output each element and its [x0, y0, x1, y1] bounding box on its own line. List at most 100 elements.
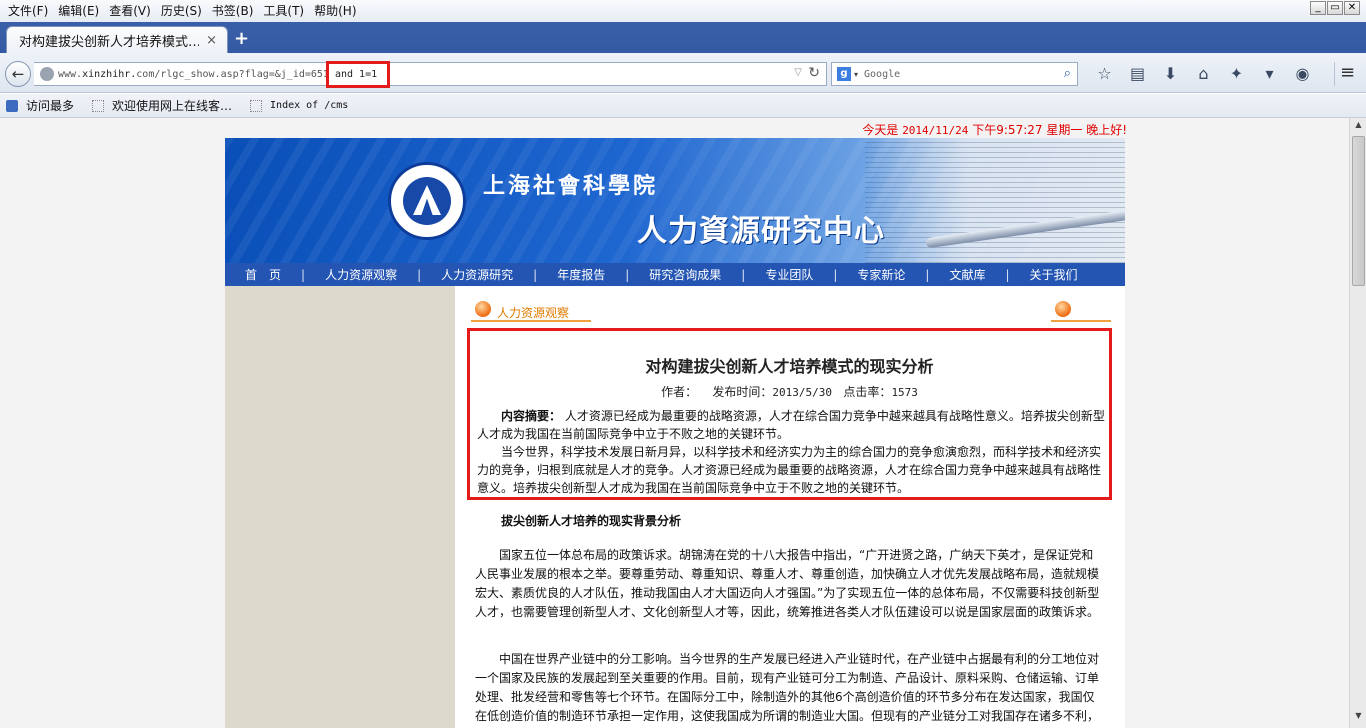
nav-separator: | — [301, 267, 306, 282]
bookmark-page-icon — [250, 99, 263, 112]
bookmark-welcome[interactable]: 欢迎使用网上在线客… — [92, 97, 232, 114]
menu-bookmarks[interactable]: 书签(B) — [208, 0, 260, 22]
section-underline — [471, 320, 591, 322]
nav-hr-observation[interactable]: 人力资源观察 — [325, 266, 397, 283]
browser-window: 文件(F) 编辑(E) 查看(V) 历史(S) 书签(B) 工具(T) 帮助(H… — [0, 0, 1366, 728]
nav-separator: | — [925, 267, 930, 282]
menu-edit[interactable]: 编辑(E) — [54, 0, 105, 22]
close-window-button[interactable]: ✕ — [1344, 1, 1360, 15]
globe-icon — [40, 67, 54, 81]
nav-separator: | — [417, 267, 422, 282]
home-icon[interactable]: ⌂ — [1187, 62, 1220, 86]
tab-strip: 对构建拔尖创新人才培养模式… × + — [0, 22, 1366, 53]
greeting-text: 晚上好! — [1086, 123, 1127, 137]
bookmark-label: 欢迎使用网上在线客… — [112, 99, 233, 113]
section-label[interactable]: 人力资源观察 — [497, 304, 569, 321]
tab-title: 对构建拔尖创新人才培养模式… — [19, 34, 199, 50]
bookmark-star-icon[interactable]: ☆ — [1088, 62, 1121, 86]
url-path: com/rlgc_show.asp?flag=&j_id=651 — [136, 68, 329, 80]
abstract-text: 人才资源已经成为最重要的战略资源，人才在综合国力竞争中越来越具有战略性意义。培养… — [477, 409, 1105, 441]
scroll-thumb[interactable] — [1352, 136, 1365, 286]
weekday-value: 星期一 — [1046, 123, 1083, 137]
nav-separator: | — [533, 267, 538, 282]
site-page: 上海社會科學院 人力資源研究中心 首 页 | 人力资源观察 | 人力资源研究 |… — [225, 138, 1125, 728]
article-meta: 作者： 发布时间：2013/5/30 点击率：1573 — [470, 383, 1109, 400]
nav-team[interactable]: 专业团队 — [765, 266, 813, 283]
dropdown-icon[interactable]: ▾ — [1253, 62, 1286, 86]
bookmark-index-cms[interactable]: Index of /cms — [250, 99, 349, 112]
search-placeholder: Google — [864, 68, 901, 80]
url-prefix: www. — [58, 68, 83, 80]
google-icon[interactable]: g — [837, 67, 851, 81]
tab-active[interactable]: 对构建拔尖创新人才培养模式… × — [6, 26, 228, 53]
article-paragraph-2: 中国在世界产业链中的分工影响。当今世界的生产发展已经进入产业链时代，在产业链中占… — [475, 652, 1100, 723]
section-bullet-icon-right — [1055, 301, 1071, 317]
minimize-button[interactable]: _ — [1310, 1, 1326, 15]
nav-hr-research[interactable]: 人力资源研究 — [441, 266, 513, 283]
bookmark-label: Index of /cms — [270, 100, 349, 111]
bookmark-folder-icon — [6, 99, 18, 112]
page-scrollbar[interactable]: ▲ ▼ — [1349, 118, 1366, 728]
nav-separator: | — [1005, 267, 1010, 282]
navigation-toolbar: ← www.xinzhihr.com/rlgc_show.asp?flag=&j… — [0, 53, 1366, 93]
nav-separator: | — [741, 267, 746, 282]
site-banner: 上海社會科學院 人力資源研究中心 — [225, 138, 1125, 263]
search-icon[interactable]: ⌕ — [1064, 66, 1071, 81]
menu-file[interactable]: 文件(F) — [4, 0, 54, 22]
reload-icon[interactable]: ↻ — [808, 65, 820, 81]
clicks-label: 点击率： — [843, 385, 892, 399]
menu-tools[interactable]: 工具(T) — [259, 0, 310, 22]
nav-home[interactable]: 首 页 — [245, 266, 281, 283]
nav-about[interactable]: 关于我们 — [1030, 266, 1078, 283]
date-label: 今天是 — [862, 123, 899, 137]
search-engine-dropdown-icon[interactable]: ▾ — [854, 70, 858, 79]
window-controls: _ ▭ ✕ — [1310, 1, 1360, 15]
close-tab-icon[interactable]: × — [206, 33, 217, 48]
search-bar[interactable]: g ▾ Google ⌕ — [831, 62, 1078, 86]
scroll-down-icon[interactable]: ▼ — [1352, 711, 1365, 724]
nav-separator: | — [833, 267, 838, 282]
academy-logo[interactable] — [388, 162, 466, 240]
bookmarks-list-icon[interactable]: ▤ — [1121, 62, 1154, 86]
maximize-button[interactable]: ▭ — [1327, 1, 1343, 15]
nav-library[interactable]: 文献库 — [949, 266, 985, 283]
nav-consulting[interactable]: 研究咨询成果 — [649, 266, 721, 283]
article-subheading: 拔尖创新人才培养的现实背景分析 — [501, 514, 682, 528]
section-header: 人力资源观察 — [471, 298, 1111, 324]
menu-hamburger-icon[interactable]: ≡ — [1334, 62, 1360, 86]
profile-icon[interactable]: ◉ — [1286, 62, 1319, 86]
title-bar: 文件(F) 编辑(E) 查看(V) 历史(S) 书签(B) 工具(T) 帮助(H… — [0, 0, 1366, 22]
published-label: 发布时间： — [712, 385, 773, 399]
menu-help[interactable]: 帮助(H) — [310, 0, 362, 22]
published-date: 2013/5/30 — [772, 386, 832, 399]
left-sidebar — [225, 286, 455, 728]
url-dropdown-icon[interactable]: ▽ — [794, 67, 802, 78]
menu-history[interactable]: 历史(S) — [157, 0, 208, 22]
article-paragraph-1: 国家五位一体总布局的政策诉求。胡锦涛在党的十八大报告中指出，“广开进贤之路，广纳… — [475, 548, 1100, 619]
abstract-paragraph: 内容摘要： 人才资源已经成为最重要的战略资源，人才在综合国力竞争中越来越具有战略… — [477, 407, 1107, 443]
article-title: 对构建拔尖创新人才培养模式的现实分析 — [645, 357, 934, 376]
intro-paragraph: 当今世界，科学技术发展日新月异，以科学技术和经济实力为主的综合国力的竞争愈演愈烈… — [477, 445, 1102, 495]
bookmark-page-icon — [92, 99, 105, 112]
date-greeting: 今天是 2014/11/24 下午9:57:27 星期一 晚上好! — [862, 121, 1127, 138]
menu-view[interactable]: 查看(V) — [105, 0, 157, 22]
banner-title-small: 上海社會科學院 — [483, 173, 659, 199]
banner-papers-image — [865, 138, 1125, 263]
bookmark-most-visited[interactable]: 访问最多 — [6, 97, 74, 114]
addon-icon[interactable]: ✦ — [1220, 62, 1253, 86]
toolbar-icons: ☆ ▤ ⬇ ⌂ ✦ ▾ ◉ — [1088, 62, 1319, 86]
date-value: 2014/11/24 — [902, 124, 969, 137]
back-button[interactable]: ← — [5, 61, 31, 87]
scroll-up-icon[interactable]: ▲ — [1352, 120, 1365, 133]
new-tab-button[interactable]: + — [234, 28, 249, 49]
bookmarks-bar: 访问最多 欢迎使用网上在线客… Index of /cms — [0, 94, 1366, 118]
nav-expert-views[interactable]: 专家新论 — [857, 266, 905, 283]
address-bar[interactable]: www.xinzhihr.com/rlgc_show.asp?flag=&j_i… — [34, 62, 827, 86]
nav-annual-report[interactable]: 年度报告 — [557, 266, 605, 283]
site-nav: 首 页 | 人力资源观察 | 人力资源研究 | 年度报告 | 研究咨询成果 | … — [225, 263, 1125, 286]
url-domain: xinzhihr. — [82, 68, 137, 80]
article-summary: 内容摘要： 人才资源已经成为最重要的战略资源，人才在综合国力竞争中越来越具有战略… — [477, 407, 1107, 497]
article-highlight-box: 对构建拔尖创新人才培养模式的现实分析 作者： 发布时间：2013/5/30 点击… — [467, 328, 1112, 500]
abstract-label: 内容摘要： — [501, 409, 562, 423]
download-icon[interactable]: ⬇ — [1154, 62, 1187, 86]
